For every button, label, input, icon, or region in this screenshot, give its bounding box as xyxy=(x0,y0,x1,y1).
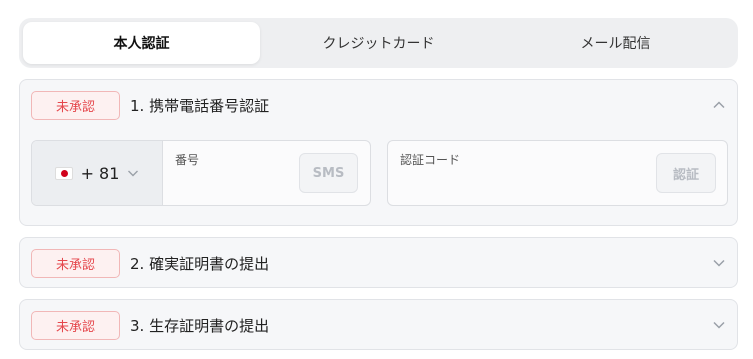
chevron-down-icon[interactable] xyxy=(712,256,726,270)
chevron-up-icon[interactable] xyxy=(712,98,726,112)
chevron-down-icon xyxy=(128,170,139,177)
chevron-down-icon[interactable] xyxy=(712,318,726,332)
certificate-submission-header[interactable]: 未承認 2. 確実証明書の提出 xyxy=(20,238,737,288)
tab-credit-card[interactable]: クレジットカード xyxy=(260,22,497,64)
sms-button[interactable]: SMS xyxy=(299,153,358,193)
survival-certificate-section: 未承認 3. 生存証明書の提出 xyxy=(19,299,738,350)
verification-code-input[interactable] xyxy=(400,171,630,195)
section-title: 3. 生存証明書の提出 xyxy=(130,316,270,335)
country-code-value: + 81 xyxy=(80,163,120,183)
verification-code-field: 認証コード 認証 xyxy=(387,140,728,206)
certificate-submission-section: 未承認 2. 確実証明書の提出 xyxy=(19,237,738,288)
section-title: 1. 携帯電話番号認証 xyxy=(130,96,270,115)
phone-verification-body: + 81 番号 SMS 認証コード 認証 xyxy=(20,130,737,216)
survival-certificate-header[interactable]: 未承認 3. 生存証明書の提出 xyxy=(20,300,737,350)
verification-code-label: 認証コード xyxy=(400,153,461,167)
verify-button[interactable]: 認証 xyxy=(656,153,716,193)
section-title: 2. 確実証明書の提出 xyxy=(130,254,270,273)
phone-number-field: + 81 番号 SMS xyxy=(31,140,371,206)
japan-flag-icon xyxy=(54,166,73,180)
phone-number-input[interactable] xyxy=(175,171,285,195)
tab-identity-verification[interactable]: 本人認証 xyxy=(23,22,260,64)
phone-number-label: 番号 xyxy=(175,153,200,167)
status-badge: 未承認 xyxy=(31,90,120,120)
tab-email-delivery[interactable]: メール配信 xyxy=(497,22,734,64)
country-code-select[interactable]: + 81 xyxy=(32,141,163,205)
status-badge: 未承認 xyxy=(31,310,120,340)
status-badge: 未承認 xyxy=(31,248,120,278)
phone-verification-section: 未承認 1. 携帯電話番号認証 + 81 番号 SMS 認証コード 認証 xyxy=(19,79,738,226)
phone-number-input-wrap: 番号 SMS xyxy=(163,141,370,205)
tab-bar: 本人認証 クレジットカード メール配信 xyxy=(19,18,738,68)
phone-verification-header[interactable]: 未承認 1. 携帯電話番号認証 xyxy=(20,80,737,130)
